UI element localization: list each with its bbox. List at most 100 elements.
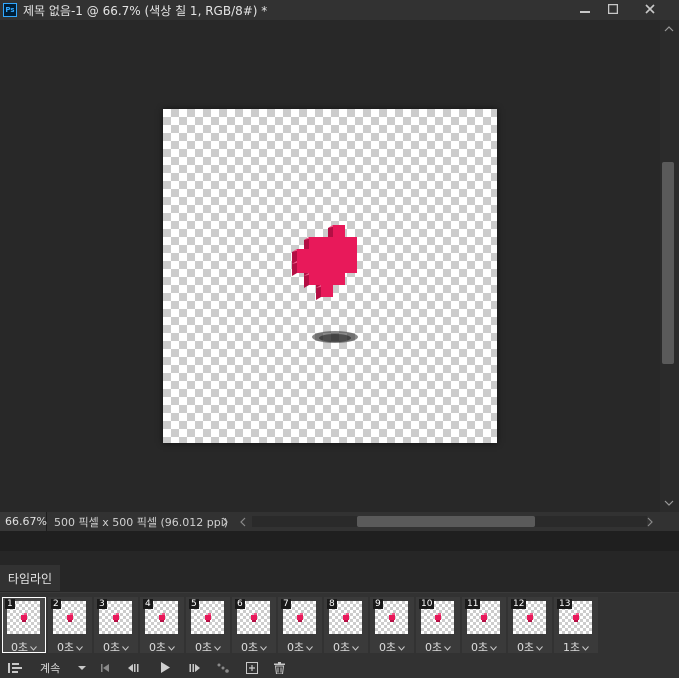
animation-frame[interactable]: 9 0초 [370,597,414,655]
frame-delay-select[interactable]: 0초 [462,639,506,655]
frame-delay-select[interactable]: 0초 [232,639,276,655]
document-canvas[interactable] [163,109,497,443]
chevron-down-icon [490,646,497,651]
duplicate-frame-button[interactable] [245,659,259,676]
frame-delay-select[interactable]: 0초 [370,639,414,655]
frame-delay-value: 0초 [148,641,167,654]
next-frame-button[interactable] [186,659,202,676]
document-title: 제목 없음-1 @ 66.7% (색상 칠 1, RGB/8#) * [23,3,268,18]
frame-delay-select[interactable]: 0초 [186,639,230,655]
document-tab-bar: Ps 제목 없음-1 @ 66.7% (색상 칠 1, RGB/8#) * [0,0,679,20]
animation-frame[interactable]: 7 0초 [278,597,322,655]
play-icon [161,662,170,673]
chevron-down-icon [582,646,589,651]
frame-delay-select[interactable]: 0초 [416,639,460,655]
first-frame-icon [101,663,109,672]
timeline-panel: 타임라인 1 0초 2 0초 3 0초 4 0초 5 0초 6 0초 7 0초 8 0초 9 0초 10 0초 11 0초… [0,551,679,678]
frame-number: 11 [465,599,481,609]
vertical-scroll-thumb[interactable] [662,162,674,364]
tween-button[interactable] [215,659,231,676]
maximize-button[interactable] [598,0,628,17]
frame-delay-value: 0초 [516,641,535,654]
frame-number: 4 [143,599,153,609]
animation-frame[interactable]: 4 0초 [140,597,184,655]
scroll-up-icon[interactable] [664,26,674,32]
minimize-button[interactable] [570,0,600,17]
frame-delay-value: 0초 [378,641,397,654]
app-icon-label: Ps [5,6,15,14]
chevron-down-icon [352,646,359,651]
pixel-heart-artwork [292,225,358,343]
animation-frame[interactable]: 8 0초 [324,597,368,655]
frame-delay-value: 1초 [562,641,581,654]
delete-frame-button[interactable] [272,659,286,676]
horizontal-scroll-thumb[interactable] [357,516,535,527]
animation-frame[interactable]: 1 0초 [2,597,46,655]
loop-options-select[interactable]: 계속 [40,659,60,676]
frame-number: 13 [557,599,573,609]
animation-frame[interactable]: 11 0초 [462,597,506,655]
previous-frame-button[interactable] [125,659,141,676]
chevron-down-icon [536,646,543,651]
frame-number: 2 [51,599,61,609]
chevron-down-icon [260,646,267,651]
frame-number: 10 [419,599,435,609]
frame-delay-select[interactable]: 0초 [324,639,368,655]
frame-delay-select[interactable]: 0초 [2,639,46,655]
frame-strip: 1 0초 2 0초 3 0초 4 0초 5 0초 6 0초 7 0초 8 0초 9 0초 10 0초 11 0초 12 0초 1… [2,597,678,655]
frame-number: 12 [511,599,527,609]
chevron-down-icon [214,646,221,651]
animation-frame[interactable]: 10 0초 [416,597,460,655]
trash-icon [273,661,285,674]
play-button[interactable] [157,659,173,676]
canvas-workspace[interactable] [0,20,660,512]
tab-timeline[interactable]: 타임라인 [0,565,60,591]
chevron-down-icon [78,665,86,670]
frame-delay-value: 0초 [424,641,443,654]
frame-number: 6 [235,599,245,609]
convert-timeline-button[interactable] [6,659,24,676]
frame-delay-value: 0초 [56,641,75,654]
frame-number: 3 [97,599,107,609]
close-button[interactable] [635,0,665,17]
previous-frame-icon [127,663,138,672]
panel-divider [0,531,679,551]
frame-delay-select[interactable]: 0초 [140,639,184,655]
animation-frame[interactable]: 12 0초 [508,597,552,655]
zoom-level-field[interactable]: 66.67% [0,512,47,531]
frame-delay-select[interactable]: 0초 [94,639,138,655]
timeline-convert-icon [8,662,22,673]
photoshop-icon: Ps [3,3,17,17]
frame-delay-select[interactable]: 0초 [508,639,552,655]
frame-number: 1 [5,599,15,609]
scroll-down-icon[interactable] [664,500,674,506]
chevron-down-icon [444,646,451,651]
animation-frame[interactable]: 3 0초 [94,597,138,655]
animation-frame[interactable]: 6 0초 [232,597,276,655]
next-frame-icon [189,663,200,672]
frame-delay-value: 0초 [194,641,213,654]
chevron-down-icon [168,646,175,651]
frame-delay-value: 0초 [332,641,351,654]
info-menu-chevron-icon[interactable] [222,517,228,527]
chevron-down-icon [76,646,83,651]
chevron-down-icon [122,646,129,651]
heart-icon [292,225,357,300]
frame-delay-select[interactable]: 0초 [278,639,322,655]
minimize-icon [580,10,590,13]
scroll-left-icon[interactable] [240,517,246,527]
frame-delay-select[interactable]: 0초 [48,639,92,655]
maximize-icon [608,3,618,14]
document-info: 500 픽셀 x 500 픽셀 (96.012 ppi) [54,515,229,529]
animation-frame[interactable]: 5 0초 [186,597,230,655]
animation-frame[interactable]: 2 0초 [48,597,92,655]
frame-delay-value: 0초 [102,641,121,654]
scroll-right-icon[interactable] [647,517,653,527]
frame-number: 7 [281,599,291,609]
frame-delay-value: 0초 [286,641,305,654]
frame-delay-select[interactable]: 1초 [554,639,598,655]
loop-dropdown-button[interactable] [76,659,88,676]
animation-frame[interactable]: 13 1초 [554,597,598,655]
chevron-down-icon [398,646,405,651]
first-frame-button[interactable] [97,659,113,676]
